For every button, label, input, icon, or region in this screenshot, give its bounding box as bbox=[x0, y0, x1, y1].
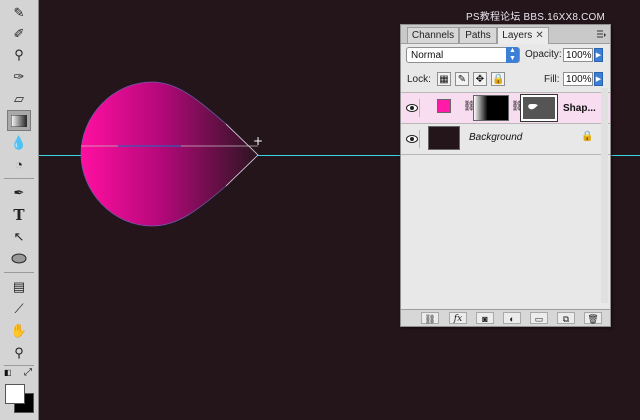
pen-icon: ✒ bbox=[13, 184, 25, 200]
vector-mask-thumbnail[interactable] bbox=[520, 94, 558, 122]
background-thumbnail[interactable] bbox=[428, 126, 460, 150]
fill-label: Fill: bbox=[544, 74, 560, 85]
blur-tool[interactable]: 💧 bbox=[8, 133, 30, 152]
tab-layers-label: Layers bbox=[502, 30, 533, 41]
tab-layers[interactable]: Layers ✕ bbox=[497, 27, 549, 44]
eraser-tool[interactable]: ▱ bbox=[8, 89, 30, 108]
lock-pixels-icon[interactable]: ✎ bbox=[455, 72, 469, 86]
link-layers-icon[interactable]: ⛓ bbox=[421, 312, 439, 324]
healing-brush-tool[interactable]: ✎ bbox=[8, 3, 30, 22]
zoom-tool[interactable]: ⚲ bbox=[8, 343, 30, 362]
gradient-tool[interactable] bbox=[7, 110, 31, 131]
layer-name[interactable]: Shap... bbox=[563, 103, 596, 114]
history-brush-icon: ✑ bbox=[13, 68, 25, 84]
layer-row-background[interactable]: Background 🔒 bbox=[401, 124, 610, 155]
path-selection-tool[interactable]: ↖ bbox=[8, 227, 30, 246]
opacity-input[interactable]: 100% bbox=[563, 48, 593, 62]
pen-tool[interactable]: ✒ bbox=[8, 183, 30, 202]
healing-brush-icon: ✎ bbox=[13, 4, 25, 20]
lock-transparency-icon[interactable]: ▦ bbox=[437, 72, 451, 86]
eyedropper-icon: ⟋ bbox=[14, 300, 24, 316]
lock-label: Lock: bbox=[407, 74, 431, 85]
teardrop-shape[interactable]: + bbox=[78, 78, 268, 233]
dodge-icon: ◔ bbox=[15, 157, 23, 172]
eyedropper-tool[interactable]: ⟋ bbox=[8, 299, 30, 318]
tab-paths-label: Paths bbox=[465, 30, 491, 41]
watermark-text: PS教程论坛 BBS.16XX8.COM bbox=[466, 12, 606, 23]
blend-mode-select[interactable]: Normal ▲ ▼ bbox=[406, 47, 520, 63]
blend-mode-value: Normal bbox=[411, 50, 444, 61]
magnifier-icon: ⚲ bbox=[14, 344, 24, 360]
layer-name[interactable]: Background bbox=[469, 132, 522, 143]
gradient-icon bbox=[11, 114, 27, 127]
tab-channels-label: Channels bbox=[411, 30, 455, 41]
panel-menu-icon[interactable] bbox=[596, 29, 606, 39]
foreground-color-swatch[interactable] bbox=[5, 384, 25, 404]
lock-all-icon[interactable]: 🔒 bbox=[491, 72, 505, 86]
adjustment-layer-icon[interactable]: ◐ bbox=[503, 312, 521, 324]
layer-row-shape[interactable]: ⛓ ⛓ Shap... bbox=[401, 93, 610, 124]
brush-tool[interactable]: ✐ bbox=[8, 24, 30, 43]
brush-icon: ✐ bbox=[13, 25, 25, 41]
type-icon: T bbox=[13, 205, 25, 224]
layers-scrollbar[interactable] bbox=[601, 88, 608, 303]
close-icon[interactable]: ✕ bbox=[535, 30, 543, 41]
fx-icon[interactable]: fx bbox=[449, 312, 467, 324]
lock-icon: 🔒 bbox=[581, 131, 594, 142]
new-layer-icon[interactable]: ⧉ bbox=[557, 312, 575, 324]
toolbox-divider bbox=[4, 178, 34, 179]
layers-footer: ⛓ fx ◙ ◐ ▭ ⧉ 🗑 bbox=[401, 309, 610, 326]
opacity-slider-icon[interactable]: ▶ bbox=[594, 48, 603, 62]
ellipse-tool[interactable] bbox=[8, 249, 30, 268]
tab-paths[interactable]: Paths bbox=[459, 27, 497, 43]
lock-position-icon[interactable]: ✥ bbox=[473, 72, 487, 86]
tab-channels[interactable]: Channels bbox=[407, 27, 459, 43]
toolbox-divider bbox=[4, 365, 34, 366]
hand-icon: ✋ bbox=[10, 322, 28, 338]
fill-color-thumbnail[interactable] bbox=[437, 99, 451, 113]
add-mask-icon[interactable]: ◙ bbox=[476, 312, 494, 324]
ellipse-icon bbox=[11, 253, 27, 264]
clone-stamp-tool[interactable]: ⚲ bbox=[8, 45, 30, 64]
hand-tool[interactable]: ✋ bbox=[8, 321, 30, 340]
drop-icon: 💧 bbox=[10, 134, 28, 150]
notes-tool[interactable]: ▤ bbox=[8, 277, 30, 296]
arrow-icon: ↖ bbox=[13, 228, 25, 244]
default-colors-icon[interactable]: ◧ bbox=[4, 368, 12, 377]
swap-colors-icon[interactable]: ⤢ bbox=[24, 367, 32, 378]
opacity-label: Opacity: bbox=[525, 49, 562, 60]
history-brush-tool[interactable]: ✑ bbox=[8, 67, 30, 86]
svg-text:+: + bbox=[253, 134, 263, 148]
toolbox: ✎ ✐ ⚲ ✑ ▱ 💧 ◔ ✒ T ↖ ▤ ⟋ ✋ ⚲ ◧ ⤢ bbox=[0, 0, 39, 420]
fill-slider-icon[interactable]: ▶ bbox=[594, 72, 603, 86]
type-tool[interactable]: T bbox=[8, 205, 30, 224]
trash-icon[interactable]: 🗑 bbox=[584, 312, 602, 324]
visibility-eye-icon[interactable] bbox=[405, 99, 420, 117]
visibility-eye-icon[interactable] bbox=[405, 130, 420, 148]
toolbox-divider bbox=[4, 272, 34, 273]
gradient-mask-thumbnail[interactable] bbox=[473, 95, 509, 121]
eraser-icon: ▱ bbox=[14, 90, 24, 106]
clone-stamp-icon: ⚲ bbox=[14, 46, 24, 62]
notes-icon: ▤ bbox=[12, 278, 26, 294]
fill-input[interactable]: 100% bbox=[563, 72, 593, 86]
new-group-icon[interactable]: ▭ bbox=[530, 312, 548, 324]
dodge-tool[interactable]: ◔ bbox=[8, 155, 30, 174]
layers-panel: Channels Paths Layers ✕ Normal ▲ ▼ Opacity… bbox=[400, 24, 611, 327]
dropdown-arrow-icon: ▲ ▼ bbox=[506, 47, 519, 63]
panel-tabbar: Channels Paths Layers ✕ bbox=[401, 25, 610, 44]
